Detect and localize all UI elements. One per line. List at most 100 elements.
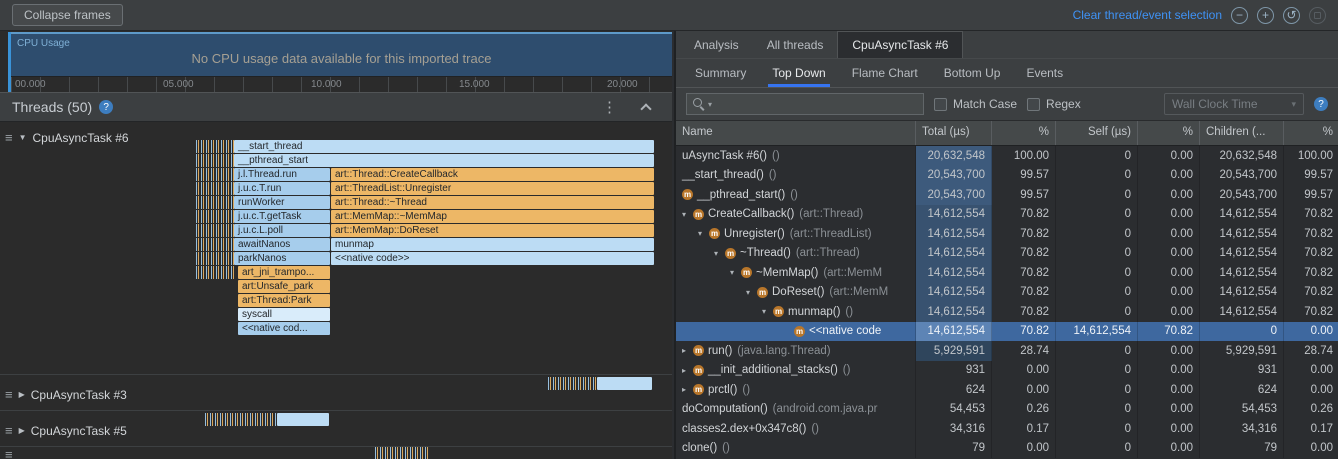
tree-twisty-icon[interactable]: ▾	[714, 249, 725, 258]
zoom-out-icon[interactable]: −	[1231, 7, 1248, 24]
activity-segment[interactable]	[277, 413, 329, 426]
collapse-section-icon[interactable]	[640, 103, 651, 114]
thread-row-cpuasynctask-5[interactable]: ≡ ▶ CpuAsyncTask #5	[0, 411, 672, 447]
drag-handle-icon[interactable]: ≡	[5, 130, 13, 145]
method-name-cell[interactable]: clone()()	[676, 439, 916, 459]
match-case-option[interactable]: Match Case	[934, 97, 1017, 111]
column-header-total-s[interactable]: Total (µs)	[916, 121, 992, 145]
cpu-usage-track[interactable]: CPU Usage No CPU usage data available fo…	[8, 32, 672, 92]
flame-frame[interactable]: __pthread_start	[234, 154, 654, 167]
flame-frame[interactable]: awaitNanos	[234, 238, 330, 251]
flame-frame[interactable]: <<native cod...	[238, 322, 330, 335]
subtab-events[interactable]: Events	[1013, 59, 1076, 87]
method-name-cell[interactable]: ▸mrun()(java.lang.Thread)	[676, 341, 916, 361]
tree-twisty-icon[interactable]: ▾	[746, 288, 757, 297]
method-name-cell[interactable]: ▾mDoReset()(art::MemM	[676, 283, 916, 303]
flame-frame[interactable]: art::Thread::CreateCallback	[331, 168, 654, 181]
flame-frame[interactable]: syscall	[238, 308, 330, 321]
regex-checkbox[interactable]	[1027, 98, 1040, 111]
table-row[interactable]: classes2.dex+0x347c8()()34,3160.1700.003…	[676, 419, 1338, 439]
method-name-cell[interactable]: classes2.dex+0x347c8()()	[676, 419, 916, 439]
reset-zoom-icon[interactable]: ↺	[1283, 7, 1300, 24]
flame-frame[interactable]: j.l.Thread.run	[234, 168, 330, 181]
flame-frame[interactable]: j.u.c.T.run	[234, 182, 330, 195]
flame-frame[interactable]: munmap	[331, 238, 654, 251]
flame-frame[interactable]: art::Thread::~Thread	[331, 196, 654, 209]
flame-frame[interactable]: art::MemMap::~MemMap	[331, 210, 654, 223]
method-name-cell[interactable]: m<<native code	[676, 322, 916, 342]
table-row[interactable]: clone()()790.0000.00790.00	[676, 439, 1338, 459]
clear-selection-link[interactable]: Clear thread/event selection	[1073, 8, 1222, 22]
table-row[interactable]: ▸mprctl()()6240.0000.006240.00	[676, 380, 1338, 400]
method-name-cell[interactable]: ▸m__init_additional_stacks()()	[676, 361, 916, 381]
table-row[interactable]: ▾mUnregister()(art::ThreadList)14,612,55…	[676, 224, 1338, 244]
table-row[interactable]: doComputation()(android.com.java.pr54,45…	[676, 400, 1338, 420]
thread-row-cpuasynctask-6[interactable]: __start_thread__pthread_startj.l.Thread.…	[0, 122, 672, 375]
flame-frame[interactable]: j.u.c.T.getTask	[234, 210, 330, 223]
flame-frame[interactable]: <<native code>>	[331, 252, 654, 265]
method-name-cell[interactable]: ▸mprctl()()	[676, 380, 916, 400]
method-name-cell[interactable]: ▾mUnregister()(art::ThreadList)	[676, 224, 916, 244]
column-header-[interactable]: %	[1284, 121, 1338, 145]
flame-frame[interactable]: __start_thread	[234, 140, 654, 153]
column-header-[interactable]: %	[1138, 121, 1200, 145]
flame-frame[interactable]: runWorker	[234, 196, 330, 209]
table-row[interactable]: m__pthread_start()()20,543,70099.5700.00…	[676, 185, 1338, 205]
column-header-self-s[interactable]: Self (µs)	[1056, 121, 1138, 145]
table-row[interactable]: ▾m~Thread()(art::Thread)14,612,55470.820…	[676, 244, 1338, 264]
table-row[interactable]: ▸mrun()(java.lang.Thread)5,929,59128.740…	[676, 341, 1338, 361]
method-name-cell[interactable]: uAsyncTask #6()()	[676, 146, 916, 166]
method-name-cell[interactable]: ▾m~Thread()(art::Thread)	[676, 244, 916, 264]
clock-type-dropdown[interactable]: Wall Clock Time ▾	[1164, 93, 1304, 115]
match-case-checkbox[interactable]	[934, 98, 947, 111]
threads-menu-icon[interactable]: ⋮	[596, 98, 623, 116]
method-name-cell[interactable]: m__pthread_start()()	[676, 185, 916, 205]
flame-frame[interactable]: art:Thread:Park	[238, 294, 330, 307]
expand-triangle-icon[interactable]: ▶	[19, 390, 25, 399]
table-row[interactable]: ▾mmunmap()()14,612,55470.8200.0014,612,5…	[676, 302, 1338, 322]
tree-twisty-icon[interactable]: ▾	[698, 229, 709, 238]
thread-activity-chart[interactable]	[0, 447, 672, 459]
column-header-name[interactable]: Name	[676, 121, 916, 145]
table-row[interactable]: ▾m~MemMap()(art::MemM14,612,55470.8200.0…	[676, 263, 1338, 283]
tree-twisty-icon[interactable]: ▾	[730, 268, 741, 277]
flame-chart[interactable]: __start_thread__pthread_startj.l.Thread.…	[0, 122, 672, 374]
thread-row-cpuasynctask-3[interactable]: ≡ ▶ CpuAsyncTask #3	[0, 375, 672, 411]
search-history-caret-icon[interactable]: ▾	[708, 100, 712, 109]
table-row[interactable]: __start_thread()()20,543,70099.5700.0020…	[676, 166, 1338, 186]
tree-twisty-icon[interactable]: ▾	[682, 210, 693, 219]
table-row[interactable]: m<<native code14,612,55470.8214,612,5547…	[676, 322, 1338, 342]
subtab-bottom-up[interactable]: Bottom Up	[931, 59, 1014, 87]
table-row[interactable]: ▾mDoReset()(art::MemM14,612,55470.8200.0…	[676, 283, 1338, 303]
collapse-frames-button[interactable]: Collapse frames	[12, 4, 123, 26]
drag-handle-icon[interactable]: ≡	[5, 423, 13, 438]
analysis-help-icon[interactable]: ?	[1314, 97, 1328, 111]
method-name-cell[interactable]: ▾mCreateCallback()(art::Thread)	[676, 205, 916, 225]
method-name-cell[interactable]: __start_thread()()	[676, 166, 916, 186]
column-header-[interactable]: %	[992, 121, 1056, 145]
drag-handle-icon[interactable]: ≡	[5, 387, 13, 402]
tree-twisty-icon[interactable]: ▸	[682, 385, 693, 394]
tree-twisty-icon[interactable]: ▸	[682, 366, 693, 375]
thread-row-partial[interactable]: ≡	[0, 447, 672, 459]
column-header-children[interactable]: Children (...	[1200, 121, 1284, 145]
flame-frame[interactable]: art::ThreadList::Unregister	[331, 182, 654, 195]
drag-handle-icon[interactable]: ≡	[5, 447, 13, 459]
tab-analysis[interactable]: Analysis	[680, 31, 753, 58]
tree-twisty-icon[interactable]: ▾	[762, 307, 773, 316]
expand-triangle-icon[interactable]: ▼	[19, 133, 27, 142]
expand-triangle-icon[interactable]: ▶	[19, 426, 25, 435]
tab-all-threads[interactable]: All threads	[753, 31, 838, 58]
subtab-summary[interactable]: Summary	[682, 59, 759, 87]
search-input[interactable]	[714, 94, 923, 114]
flame-frame[interactable]: art:Unsafe_park	[238, 280, 330, 293]
method-name-cell[interactable]: doComputation()(android.com.java.pr	[676, 400, 916, 420]
subtab-top-down[interactable]: Top Down	[759, 59, 838, 87]
flame-frame[interactable]: art::MemMap::DoReset	[331, 224, 654, 237]
tree-twisty-icon[interactable]: ▸	[682, 346, 693, 355]
method-name-cell[interactable]: ▾mmunmap()()	[676, 302, 916, 322]
table-row[interactable]: ▸m__init_additional_stacks()()9310.0000.…	[676, 361, 1338, 381]
search-box[interactable]: ▾	[686, 93, 924, 115]
table-row[interactable]: ▾mCreateCallback()(art::Thread)14,612,55…	[676, 205, 1338, 225]
method-name-cell[interactable]: ▾m~MemMap()(art::MemM	[676, 263, 916, 283]
